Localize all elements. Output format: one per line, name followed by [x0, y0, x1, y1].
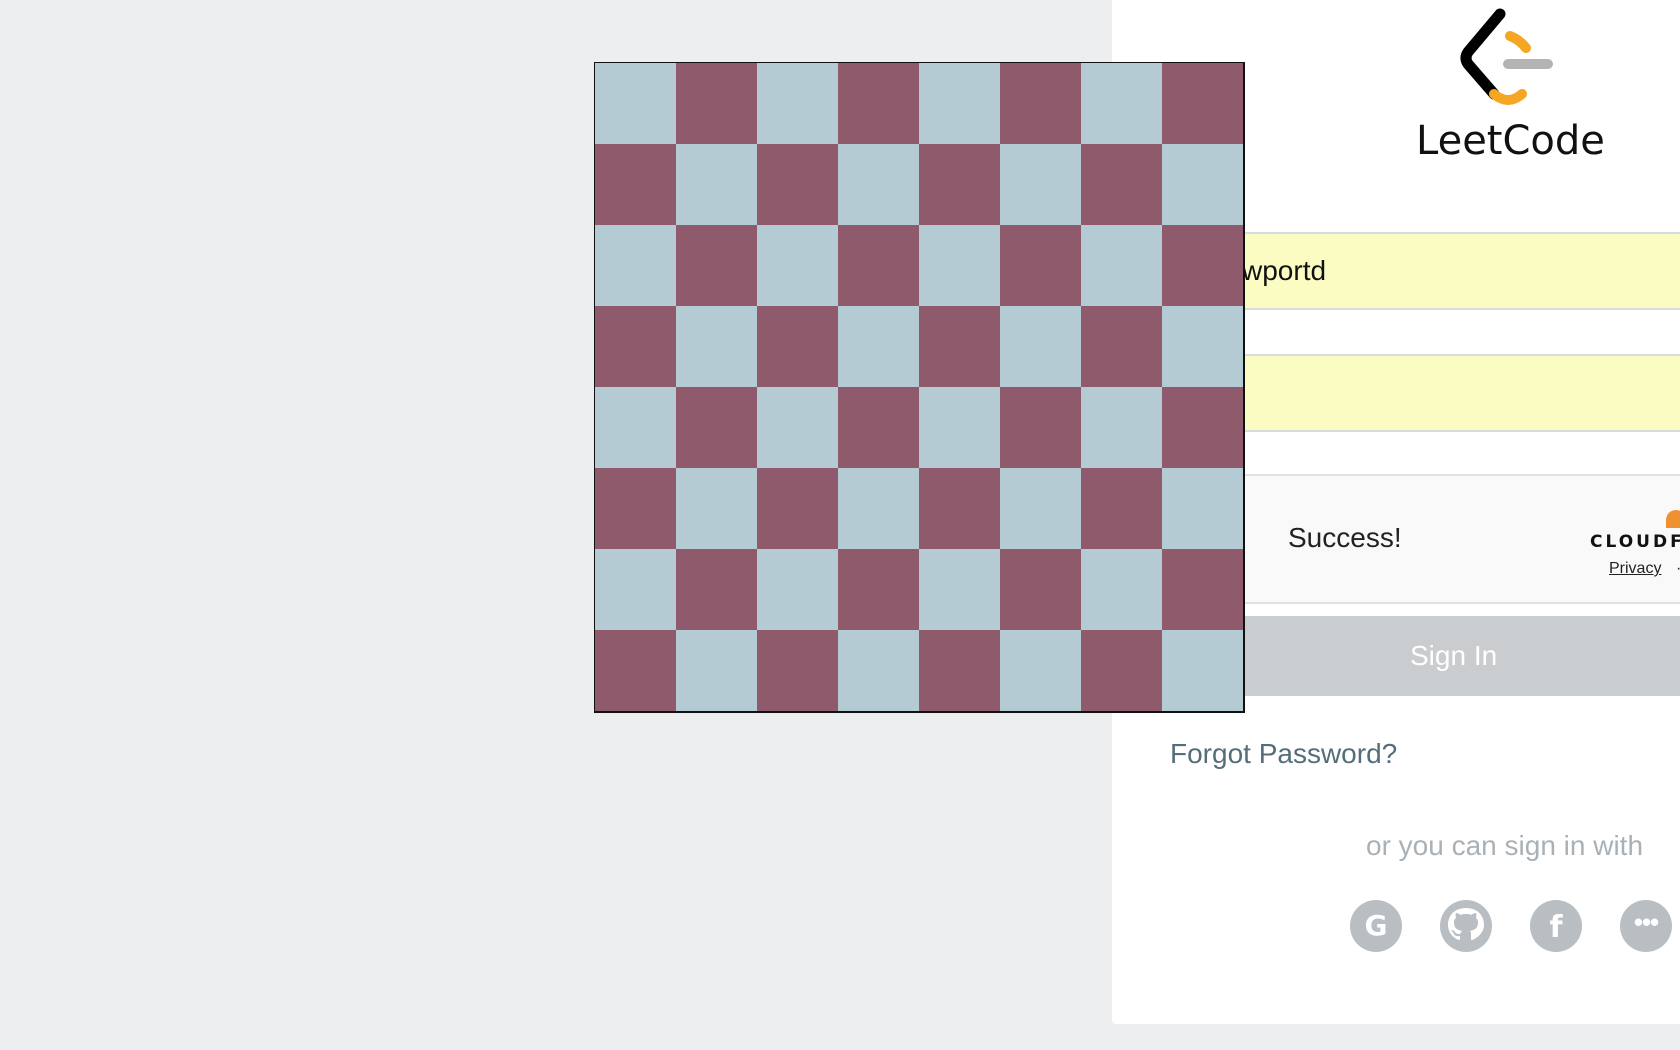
board-square[interactable]: [1081, 468, 1162, 549]
board-square[interactable]: [757, 63, 838, 144]
board-square[interactable]: [595, 630, 676, 711]
board-square[interactable]: [676, 630, 757, 711]
checkerboard[interactable]: [594, 62, 1245, 713]
brand-name: LeetCode: [1416, 118, 1605, 164]
board-square[interactable]: [757, 144, 838, 225]
board-square[interactable]: [595, 306, 676, 387]
board-square[interactable]: [1162, 630, 1243, 711]
board-square[interactable]: [919, 468, 1000, 549]
board-square[interactable]: [676, 549, 757, 630]
captcha-separator: ·: [1676, 560, 1680, 578]
board-square[interactable]: [1162, 549, 1243, 630]
board-square[interactable]: [595, 144, 676, 225]
board-square[interactable]: [1162, 306, 1243, 387]
board-square[interactable]: [1081, 630, 1162, 711]
board-square[interactable]: [1081, 144, 1162, 225]
board-square[interactable]: [1162, 144, 1243, 225]
board-square[interactable]: [919, 630, 1000, 711]
board-square[interactable]: [919, 306, 1000, 387]
board-square[interactable]: [757, 387, 838, 468]
board-square[interactable]: [676, 306, 757, 387]
board-square[interactable]: [676, 63, 757, 144]
board-square[interactable]: [1000, 549, 1081, 630]
board-square[interactable]: [1081, 549, 1162, 630]
board-square[interactable]: [838, 630, 919, 711]
board-square[interactable]: [1000, 225, 1081, 306]
board-square[interactable]: [1081, 387, 1162, 468]
board-square[interactable]: [1000, 468, 1081, 549]
captcha-status-text: Success!: [1288, 522, 1402, 553]
board-square[interactable]: [595, 63, 676, 144]
facebook-icon: f: [1549, 910, 1563, 945]
board-square[interactable]: [595, 225, 676, 306]
github-icon: [1448, 908, 1484, 940]
board-square[interactable]: [1000, 387, 1081, 468]
board-square[interactable]: [1081, 306, 1162, 387]
board-square[interactable]: [757, 306, 838, 387]
board-square[interactable]: [676, 225, 757, 306]
leetcode-logo-icon[interactable]: [1460, 6, 1564, 106]
board-square[interactable]: [1081, 63, 1162, 144]
board-square[interactable]: [676, 387, 757, 468]
stage: LeetCode ●●●●●●●●●● Success! CLOUDF Priv…: [0, 0, 1680, 1050]
board-square[interactable]: [838, 468, 919, 549]
board-square[interactable]: [838, 63, 919, 144]
cloudflare-logo: CLOUDF: [1590, 532, 1680, 552]
captcha-privacy-link[interactable]: Privacy: [1609, 560, 1661, 578]
board-square[interactable]: [595, 468, 676, 549]
google-signin-button[interactable]: G: [1350, 900, 1402, 952]
alt-signin-label: or you can sign in with: [1366, 830, 1644, 861]
board-square[interactable]: [838, 549, 919, 630]
cloudflare-cloud-icon: [1666, 510, 1680, 528]
google-icon: G: [1364, 909, 1388, 942]
board-square[interactable]: [1000, 306, 1081, 387]
board-square[interactable]: [1000, 630, 1081, 711]
board-square[interactable]: [676, 468, 757, 549]
board-square[interactable]: [1081, 225, 1162, 306]
board-square[interactable]: [919, 549, 1000, 630]
board-square[interactable]: [757, 549, 838, 630]
board-square[interactable]: [838, 144, 919, 225]
board-square[interactable]: [919, 144, 1000, 225]
board-square[interactable]: [838, 387, 919, 468]
facebook-signin-button[interactable]: f: [1530, 900, 1582, 952]
board-square[interactable]: [1000, 144, 1081, 225]
more-icon: •••: [1633, 907, 1659, 937]
board-square[interactable]: [1162, 63, 1243, 144]
github-signin-button[interactable]: [1440, 900, 1492, 952]
board-square[interactable]: [757, 468, 838, 549]
board-square[interactable]: [595, 549, 676, 630]
more-signin-options-button[interactable]: •••: [1620, 900, 1672, 952]
board-square[interactable]: [919, 63, 1000, 144]
board-square[interactable]: [595, 387, 676, 468]
board-square[interactable]: [838, 225, 919, 306]
board-square[interactable]: [1162, 225, 1243, 306]
board-square[interactable]: [757, 630, 838, 711]
board-square[interactable]: [676, 144, 757, 225]
board-square[interactable]: [757, 225, 838, 306]
board-square[interactable]: [1162, 387, 1243, 468]
forgot-password-link[interactable]: Forgot Password?: [1170, 738, 1397, 770]
board-square[interactable]: [919, 387, 1000, 468]
board-square[interactable]: [838, 306, 919, 387]
board-square[interactable]: [919, 225, 1000, 306]
board-square[interactable]: [1000, 63, 1081, 144]
board-square[interactable]: [1162, 468, 1243, 549]
